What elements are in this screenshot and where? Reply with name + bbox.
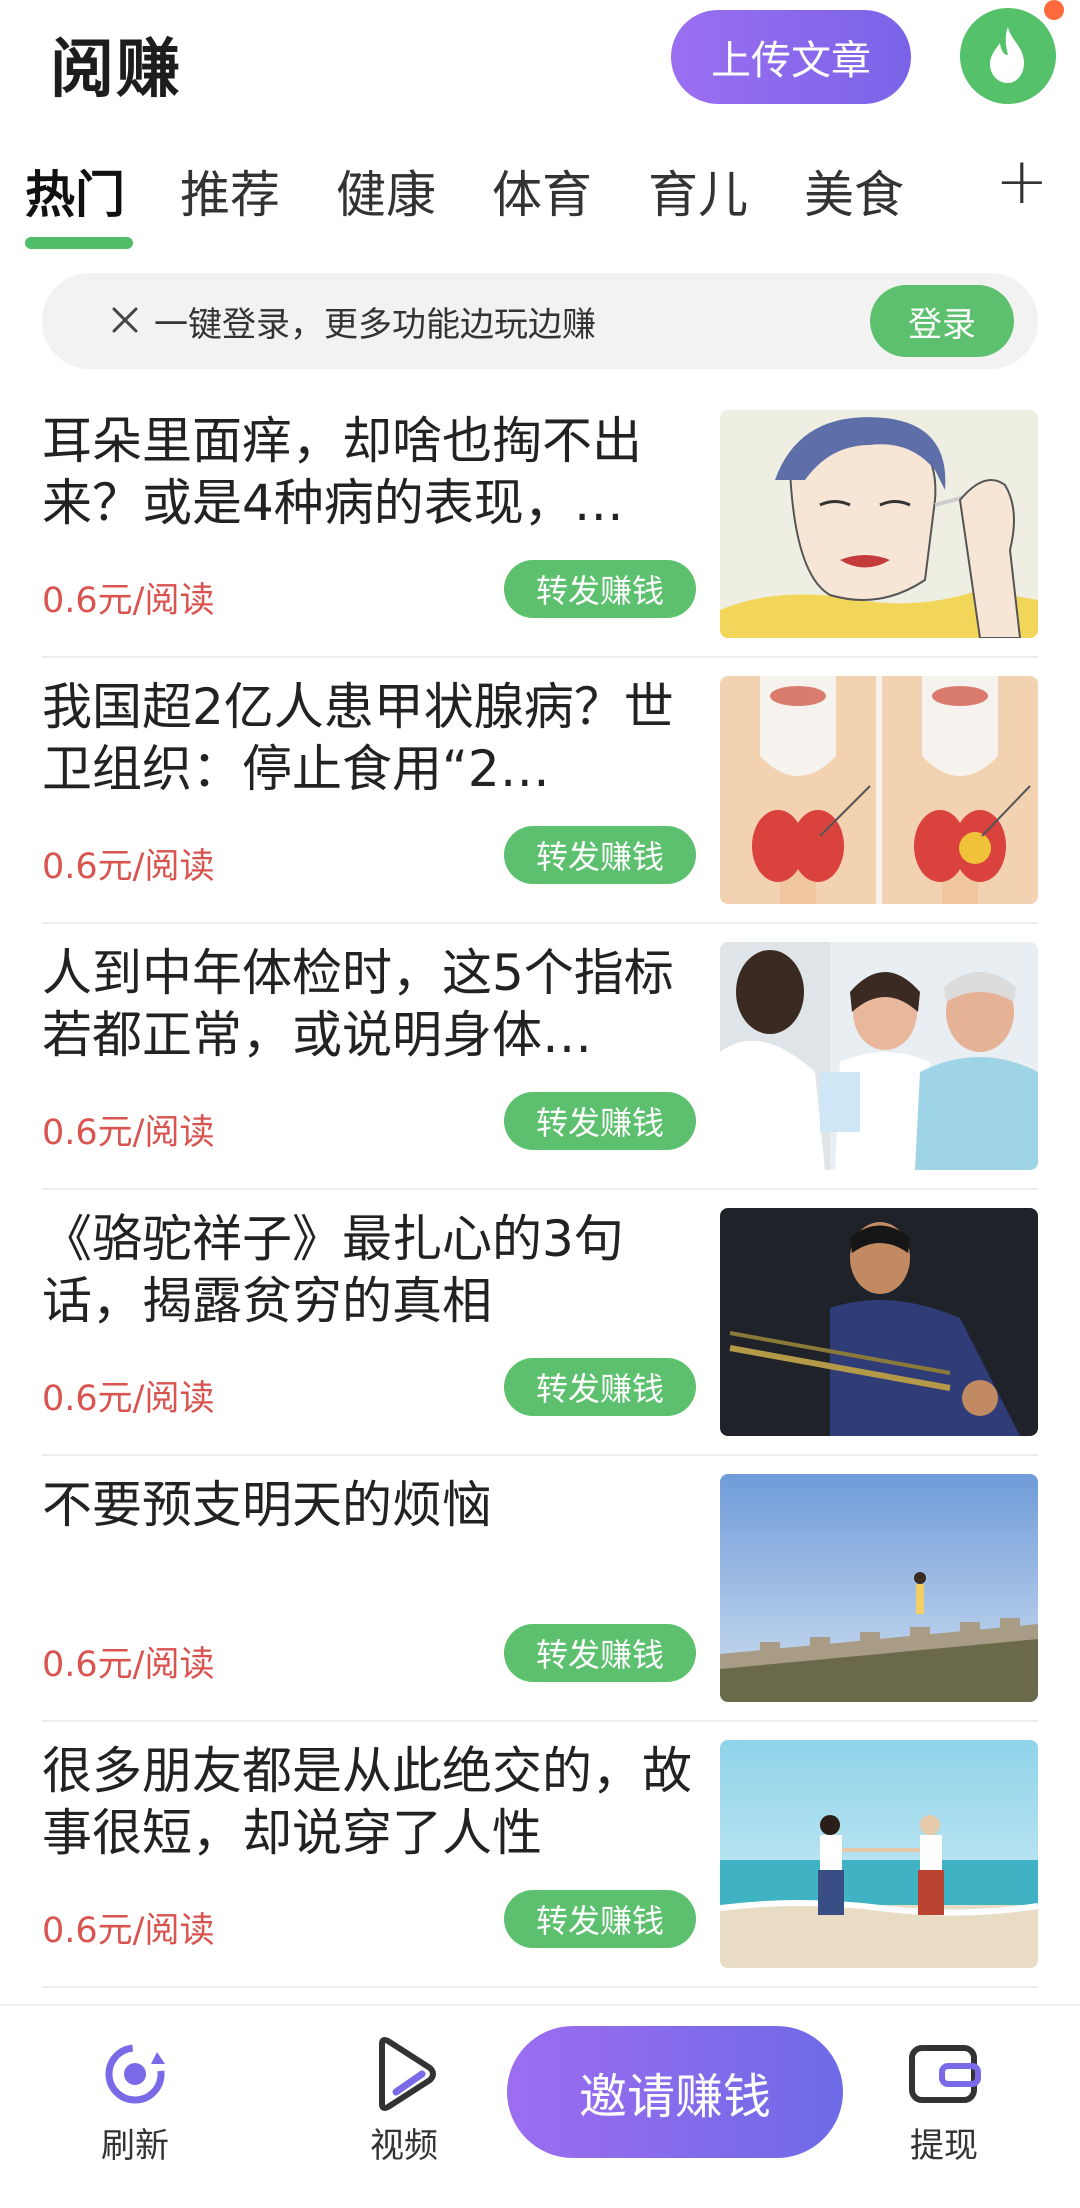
invite-earn-button[interactable]: 邀请赚钱 xyxy=(507,2026,843,2158)
article-price: 0.6元/阅读 xyxy=(42,1645,215,1685)
share-earn-button[interactable]: 转发赚钱 xyxy=(504,1358,696,1416)
article-title: 《骆驼祥子》最扎心的3句话，揭露贫穷的真相 xyxy=(42,1210,624,1330)
play-icon xyxy=(379,2037,436,2111)
share-earn-button[interactable]: 转发赚钱 xyxy=(504,1890,696,1948)
nav-refresh[interactable]: 刷新 xyxy=(65,2034,205,2167)
nav-video[interactable]: 视频 xyxy=(334,2034,474,2167)
article-thumbnail xyxy=(720,942,1038,1170)
article-item[interactable]: 人到中年体检时，这5个指标若都正常，或说明身体… 0.6元/阅读 转发赚钱 xyxy=(42,924,1038,1190)
article-price: 0.6元/阅读 xyxy=(42,847,215,887)
login-banner-text: 一键登录，更多功能边玩边赚 xyxy=(154,305,596,345)
app-title: 阅赚 xyxy=(50,33,182,107)
article-title: 不要预支明天的烦恼 xyxy=(42,1476,492,1534)
notification-dot xyxy=(1044,0,1064,20)
article-price: 0.6元/阅读 xyxy=(42,581,215,621)
article-price: 0.6元/阅读 xyxy=(42,1113,215,1153)
article-item[interactable]: 耳朵里面痒，却啥也掏不出来？或是4种病的表现，… 0.6元/阅读 转发赚钱 xyxy=(42,392,1038,658)
tab-sports[interactable]: 体育 xyxy=(492,155,592,227)
tab-parenting[interactable]: 育儿 xyxy=(648,155,748,227)
login-banner: 一键登录，更多功能边玩边赚 登录 xyxy=(42,273,1038,369)
tab-hot[interactable]: 热门 xyxy=(25,155,125,227)
wallet-icon xyxy=(909,2045,981,2103)
category-tabs: 热门 推荐 健康 体育 育儿 美食 + xyxy=(0,145,1080,255)
article-thumbnail xyxy=(720,676,1038,904)
article-item[interactable]: 我国超2亿人患甲状腺病？世卫组织：停止食用“2… 0.6元/阅读 转发赚钱 xyxy=(42,658,1038,924)
tab-food[interactable]: 美食 xyxy=(804,155,904,227)
share-earn-button[interactable]: 转发赚钱 xyxy=(504,560,696,618)
close-icon[interactable] xyxy=(102,297,148,343)
plus-icon[interactable]: + xyxy=(995,145,1049,219)
header: 阅赚 上传文章 xyxy=(0,0,1080,130)
flame-icon[interactable] xyxy=(960,8,1056,104)
article-thumbnail xyxy=(720,1740,1038,1968)
nav-withdraw-label: 提现 xyxy=(910,2126,978,2166)
article-item[interactable]: 不要预支明天的烦恼 0.6元/阅读 转发赚钱 xyxy=(42,1456,1038,1722)
active-tab-indicator xyxy=(25,237,133,249)
tab-health[interactable]: 健康 xyxy=(336,155,436,227)
article-title: 耳朵里面痒，却啥也掏不出来？或是4种病的表现，… xyxy=(42,412,642,532)
article-item[interactable]: 很多朋友都是从此绝交的，故事很短，却说穿了人性 0.6元/阅读 转发赚钱 xyxy=(42,1722,1038,1988)
article-price: 0.6元/阅读 xyxy=(42,1911,215,1951)
refresh-icon xyxy=(105,2044,165,2104)
nav-withdraw[interactable]: 提现 xyxy=(874,2034,1014,2167)
upload-article-button[interactable]: 上传文章 xyxy=(671,10,911,104)
article-title: 人到中年体检时，这5个指标若都正常，或说明身体… xyxy=(42,944,674,1064)
article-item[interactable]: 《骆驼祥子》最扎心的3句话，揭露贫穷的真相 0.6元/阅读 转发赚钱 xyxy=(42,1190,1038,1456)
article-thumbnail xyxy=(720,1208,1038,1436)
article-thumbnail xyxy=(720,410,1038,638)
share-earn-button[interactable]: 转发赚钱 xyxy=(504,1624,696,1682)
article-title: 很多朋友都是从此绝交的，故事很短，却说穿了人性 xyxy=(42,1742,692,1862)
login-button[interactable]: 登录 xyxy=(870,285,1014,357)
bottom-navigation: 刷新 视频 邀请赚钱 提现 xyxy=(0,2004,1080,2208)
nav-refresh-label: 刷新 xyxy=(101,2126,169,2166)
article-thumbnail xyxy=(720,1474,1038,1702)
share-earn-button[interactable]: 转发赚钱 xyxy=(504,1092,696,1150)
tab-recommend[interactable]: 推荐 xyxy=(180,155,280,227)
article-price: 0.6元/阅读 xyxy=(42,1379,215,1419)
divider xyxy=(42,1986,1038,1988)
article-title: 我国超2亿人患甲状腺病？世卫组织：停止食用“2… xyxy=(42,678,674,798)
share-earn-button[interactable]: 转发赚钱 xyxy=(504,826,696,884)
nav-video-label: 视频 xyxy=(370,2126,438,2166)
